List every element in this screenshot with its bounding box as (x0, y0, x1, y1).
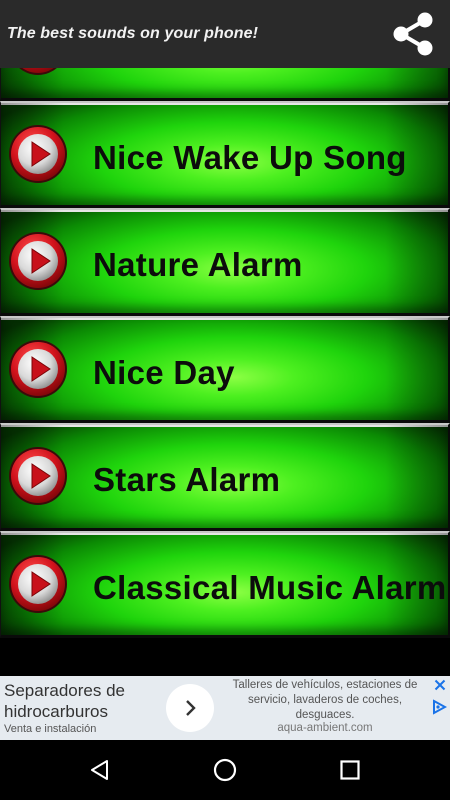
adchoices-icon (433, 699, 448, 715)
sound-item[interactable]: Nice Day (0, 315, 450, 423)
sound-title: Happy Sound (93, 68, 309, 69)
play-icon (9, 339, 67, 398)
app-title: The best sounds on your phone! (7, 25, 258, 42)
ad-open-button[interactable] (166, 684, 214, 732)
ad-banner[interactable]: Separadores de hidrocarburos Venta e ins… (0, 676, 450, 740)
chevron-right-icon (186, 700, 196, 716)
sound-item[interactable]: Classical Music Alarm (0, 530, 450, 638)
sound-item[interactable]: Happy Sound (0, 68, 450, 101)
back-icon (91, 760, 108, 780)
share-icon (393, 12, 433, 56)
play-button[interactable] (8, 231, 68, 291)
ad-domain[interactable]: aqua-ambient.com (222, 722, 428, 734)
ad-title[interactable]: Separadores de hidrocarburos (4, 680, 154, 722)
ad-subtitle: Venta e instalación (4, 723, 97, 735)
play-icon (9, 232, 67, 290)
nav-back-button[interactable] (80, 750, 120, 790)
sound-item[interactable]: Nice Wake Up Song (0, 100, 450, 208)
play-button[interactable] (8, 446, 68, 506)
home-icon (213, 758, 237, 782)
play-icon (9, 554, 67, 613)
adchoices-button[interactable] (431, 699, 448, 715)
sound-item[interactable]: Nature Alarm (0, 208, 450, 316)
app-root: The best sounds on your phone! Happy Sou… (0, 0, 450, 800)
sound-title: Nature Alarm (93, 246, 303, 284)
system-nav-bar (0, 740, 450, 800)
sound-title: Stars Alarm (93, 461, 281, 499)
nav-recents-button[interactable] (330, 750, 370, 790)
app-bar: The best sounds on your phone! (0, 0, 450, 68)
play-button[interactable] (8, 339, 68, 399)
play-icon (19, 68, 57, 75)
sound-title: Nice Day (93, 353, 235, 391)
sound-title: Classical Music Alarm (93, 568, 447, 606)
sound-item[interactable]: Stars Alarm (0, 423, 450, 531)
sound-title: Nice Wake Up Song (93, 138, 407, 176)
play-button[interactable] (8, 554, 68, 614)
recents-icon (340, 760, 360, 780)
ad-description: Talleres de vehículos, estaciones de ser… (232, 679, 418, 721)
nav-home-button[interactable] (205, 750, 245, 790)
play-button[interactable] (8, 68, 68, 76)
ad-close-button[interactable] (432, 677, 448, 693)
play-icon (9, 447, 67, 505)
play-icon (9, 124, 67, 183)
close-icon (434, 679, 446, 691)
play-button[interactable] (8, 124, 68, 184)
sound-list[interactable]: Happy Sound Nice Wake Up Song Nature Alarm… (0, 68, 450, 676)
share-button[interactable] (388, 9, 438, 59)
sound-list-inner: Happy Sound Nice Wake Up Song Nature Alarm… (0, 68, 450, 638)
